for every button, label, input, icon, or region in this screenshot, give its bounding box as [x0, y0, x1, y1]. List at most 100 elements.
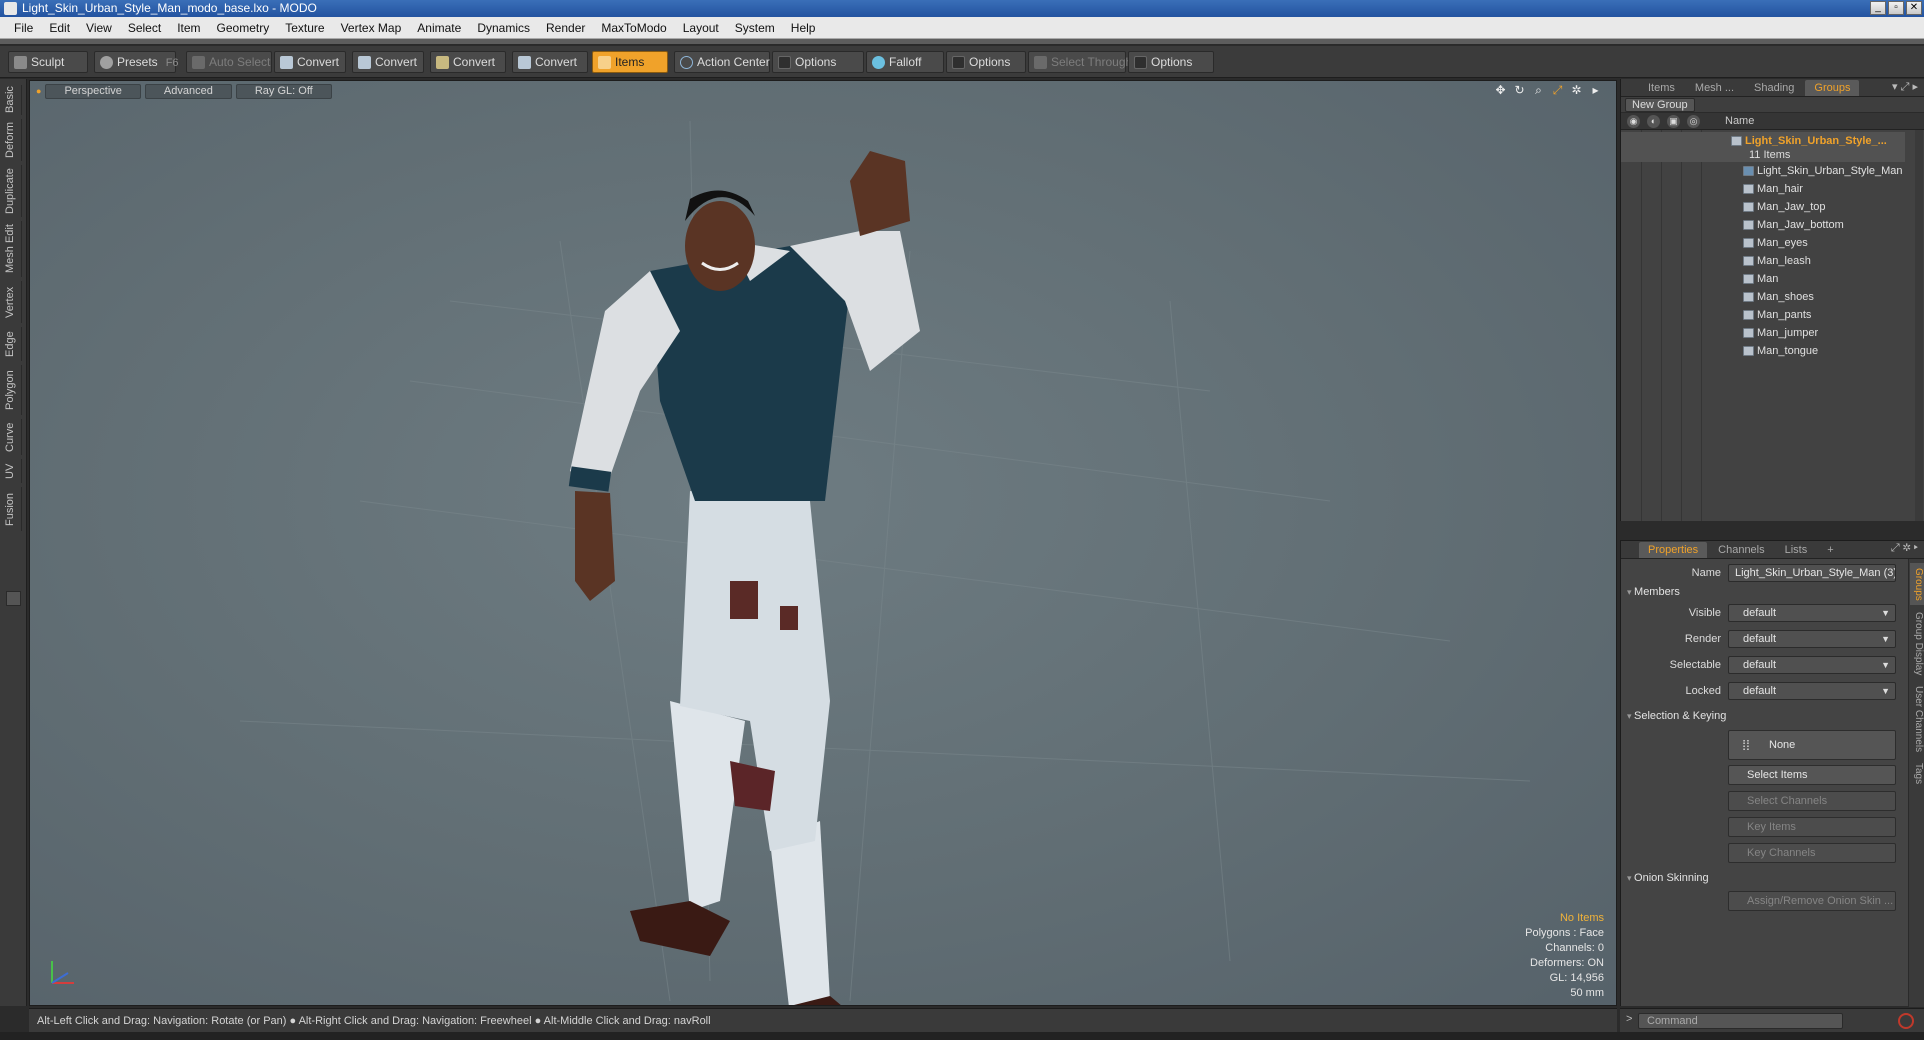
auto-select-button[interactable]: Auto Select — [186, 51, 272, 73]
falloff-button[interactable]: Falloff — [866, 51, 944, 73]
tree-item[interactable]: Man_Jaw_top — [1621, 198, 1905, 216]
menu-layout[interactable]: Layout — [675, 17, 727, 39]
side-tab-user-channels[interactable]: User Channels — [1910, 683, 1924, 755]
menu-file[interactable]: File — [6, 17, 41, 39]
tab-duplicate[interactable]: Duplicate — [4, 165, 22, 217]
selectable-select[interactable]: default ▼ — [1728, 656, 1896, 674]
members-section[interactable]: Members — [1627, 586, 1680, 598]
maximize-button[interactable]: ▫ — [1888, 1, 1904, 15]
tree-item[interactable]: Man_jumper — [1621, 324, 1905, 342]
select-channels-button[interactable]: Select Channels — [1728, 791, 1896, 811]
side-tab-tags[interactable]: Tags — [1910, 759, 1924, 789]
tree-item[interactable]: Man_eyes — [1621, 234, 1905, 252]
tab-groups[interactable]: Groups — [1805, 79, 1860, 96]
menu-texture[interactable]: Texture — [277, 17, 332, 39]
tree-item[interactable]: Man_Jaw_bottom — [1621, 216, 1905, 234]
action-center-button[interactable]: Action Center — [674, 51, 770, 73]
tab-items[interactable]: Items — [1639, 80, 1684, 96]
select-icon[interactable]: ◎ — [1687, 115, 1700, 128]
side-tab-groups[interactable]: Groups — [1910, 563, 1924, 605]
name-field[interactable]: Light_Skin_Urban_Style_Man (3) — [1728, 564, 1896, 582]
convert-button-1[interactable]: Convert — [274, 51, 346, 73]
new-group-button[interactable]: New Group — [1625, 98, 1695, 112]
tab-properties[interactable]: Properties — [1639, 541, 1708, 558]
app-icon — [4, 2, 17, 15]
tree-item[interactable]: Man_tongue — [1621, 342, 1905, 360]
tab-uv[interactable]: UV — [4, 459, 22, 483]
properties-panel: Properties Channels Lists + ⤢ ✲ ▸ Groups… — [1620, 540, 1924, 1007]
items-mode-button[interactable]: Items — [592, 51, 668, 73]
tab-fusion[interactable]: Fusion — [4, 487, 22, 531]
name-column-header[interactable]: Name — [1725, 113, 1754, 130]
key-items-button[interactable]: Key Items — [1728, 817, 1896, 837]
visibility-eye-icon[interactable]: ◉ — [1627, 115, 1640, 128]
modo-window: Light_Skin_Urban_Style_Man_modo_base.lxo… — [0, 0, 1924, 1040]
options-button-1[interactable]: Options — [772, 51, 864, 73]
menu-edit[interactable]: Edit — [41, 17, 78, 39]
tree-scrollbar[interactable] — [1915, 130, 1923, 521]
tab-basic[interactable]: Basic — [4, 85, 22, 115]
menu-select[interactable]: Select — [120, 17, 169, 39]
menu-maxtomodo[interactable]: MaxToModo — [593, 17, 674, 39]
lock-icon[interactable]: ▣ — [1667, 115, 1680, 128]
tab-curve[interactable]: Curve — [4, 419, 22, 455]
select-items-button[interactable]: Select Items — [1728, 765, 1896, 785]
tab-channels[interactable]: Channels — [1709, 542, 1773, 558]
tab-mesh[interactable]: Mesh ... — [1686, 80, 1743, 96]
tree-item[interactable]: Man_pants — [1621, 306, 1905, 324]
tab-edge[interactable]: Edge — [4, 327, 22, 361]
render-icon[interactable]: ◐ — [1647, 115, 1660, 128]
options-button-3[interactable]: Options — [1128, 51, 1214, 73]
tab-polygon[interactable]: Polygon — [4, 365, 22, 415]
side-tab-group-display[interactable]: Group Display — [1910, 609, 1924, 679]
selection-keying-section[interactable]: Selection & Keying — [1627, 710, 1726, 722]
command-input[interactable]: Command — [1638, 1013, 1843, 1029]
menu-system[interactable]: System — [727, 17, 783, 39]
convert-button-4[interactable]: Convert — [512, 51, 588, 73]
convert-button-2[interactable]: Convert — [352, 51, 424, 73]
tree-item[interactable]: Man_shoes — [1621, 288, 1905, 306]
options-button-2[interactable]: Options — [946, 51, 1026, 73]
tree-item[interactable]: Man — [1621, 270, 1905, 288]
record-icon[interactable] — [1898, 1013, 1914, 1029]
character-model[interactable] — [568, 151, 920, 1006]
menu-vertex-map[interactable]: Vertex Map — [333, 17, 410, 39]
sculpt-button[interactable]: Sculpt — [8, 51, 88, 73]
group-row[interactable]: Light_Skin_Urban_Style_... 11 Items — [1621, 132, 1905, 162]
3d-viewport[interactable]: ● Perspective Advanced Ray GL: Off ✥ ↻ ⌕… — [29, 80, 1617, 1006]
tree-item[interactable]: Man_hair — [1621, 180, 1905, 198]
ribbon-divider[interactable] — [0, 39, 1924, 45]
close-button[interactable]: ✕ — [1906, 1, 1922, 15]
menu-help[interactable]: Help — [783, 17, 824, 39]
locator-icon — [1743, 166, 1754, 176]
tab-shading[interactable]: Shading — [1745, 80, 1803, 96]
tree-item[interactable]: Man_leash — [1621, 252, 1905, 270]
visible-select[interactable]: default ▼ — [1728, 604, 1896, 622]
menu-view[interactable]: View — [78, 17, 120, 39]
menu-dynamics[interactable]: Dynamics — [469, 17, 538, 39]
locked-select[interactable]: default ▼ — [1728, 682, 1896, 700]
key-channels-button[interactable]: Key Channels — [1728, 843, 1896, 863]
panel-options-icon[interactable]: ⤢ ✲ ▸ — [1891, 542, 1918, 555]
render-select[interactable]: default ▼ — [1728, 630, 1896, 648]
select-through-button[interactable]: Select Through — [1028, 51, 1132, 73]
onion-skinning-section[interactable]: Onion Skinning — [1627, 872, 1709, 884]
scene-canvas[interactable] — [30, 81, 1617, 1006]
tab-mesh-edit[interactable]: Mesh Edit — [4, 221, 22, 277]
assign-onion-skin-button[interactable]: Assign/Remove Onion Skin ... — [1728, 891, 1896, 911]
tab-vertex[interactable]: Vertex — [4, 281, 22, 323]
minimize-button[interactable]: _ — [1870, 1, 1886, 15]
add-tab-button[interactable]: + — [1818, 542, 1842, 558]
tree-item[interactable]: Light_Skin_Urban_Style_Man — [1621, 162, 1905, 180]
panel-toggle-button[interactable] — [6, 591, 21, 606]
tab-deform[interactable]: Deform — [4, 119, 22, 161]
none-selection-button[interactable]: ⁞⁞ None — [1728, 730, 1896, 760]
menu-geometry[interactable]: Geometry — [209, 17, 278, 39]
tab-lists[interactable]: Lists — [1776, 542, 1817, 558]
menu-render[interactable]: Render — [538, 17, 593, 39]
convert-button-3[interactable]: Convert — [430, 51, 506, 73]
presets-button[interactable]: Presets F6 — [94, 51, 179, 73]
menu-item[interactable]: Item — [169, 17, 208, 39]
menu-animate[interactable]: Animate — [409, 17, 469, 39]
panel-expand-icon[interactable]: ▾ ⤢ ▸ — [1892, 80, 1918, 94]
